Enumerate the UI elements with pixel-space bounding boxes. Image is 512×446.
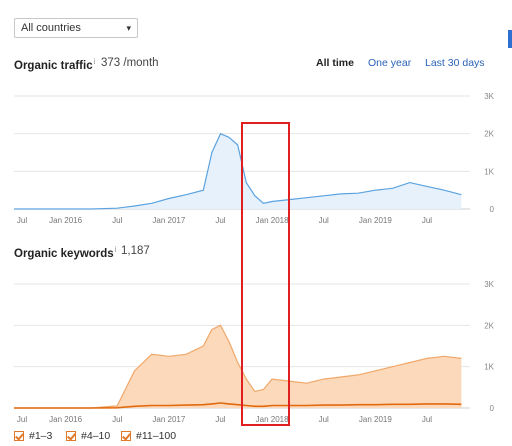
x-tick-label: Jul [215,415,225,424]
x-tick-label: Jul [112,216,122,225]
checkbox-checked-icon[interactable] [14,431,24,441]
y-tick-label: 3K [484,280,494,289]
tab-last-30-days[interactable]: Last 30 days [425,57,485,69]
organic-keywords-title: Organic keywordsi [14,245,117,260]
country-select-value: All countries [21,22,81,34]
scroll-edge-marker [508,30,512,48]
tab-all-time[interactable]: All time [316,57,354,69]
y-tick-label: 1K [484,363,494,372]
legend-label: #1–3 [29,430,53,442]
info-icon[interactable]: i [94,57,96,66]
organic-traffic-value: 373 /month [101,57,159,69]
y-tick-label: 0 [490,404,495,413]
x-tick-label: Jul [422,415,432,424]
x-tick-label: Jan 2017 [152,415,185,424]
legend-label: #11–100 [136,430,177,442]
x-tick-label: Jul [319,415,329,424]
x-tick-label: Jan 2018 [256,415,289,424]
x-tick-label: Jan 2017 [152,216,185,225]
legend-item-1-3[interactable]: #1–3 [14,430,52,442]
chevron-down-icon: ▾ [126,23,131,33]
checkbox-checked-icon[interactable] [121,431,131,441]
info-icon[interactable]: i [115,245,117,254]
checkbox-checked-icon[interactable] [66,431,76,441]
y-tick-label: 2K [484,130,494,139]
x-tick-label: Jul [17,415,27,424]
legend-item-4-10[interactable]: #4–10 [66,430,110,442]
x-tick-label: Jan 2018 [256,216,289,225]
x-tick-label: Jul [112,415,122,424]
x-tick-label: Jul [319,216,329,225]
x-tick-label: Jan 2019 [359,415,392,424]
country-select[interactable]: All countries ▾ [14,18,138,38]
organic-traffic-title: Organic traffici [14,57,95,72]
x-tick-label: Jul [17,216,27,225]
x-tick-label: Jan 2016 [49,216,82,225]
x-tick-label: Jan 2019 [359,216,392,225]
organic-keywords-chart: 3K 2K 1K 0 Jul Jan 2016 Jul Jan 2017 Jul Jan 2018… [14,280,495,424]
legend-label: #4–10 [81,430,111,442]
legend-item-11-100[interactable]: #11–100 [121,430,176,442]
y-tick-label: 1K [484,167,494,176]
y-tick-label: 3K [484,92,494,101]
organic-keywords-label: Organic keywords [14,247,114,260]
y-tick-label: 2K [484,321,494,330]
organic-traffic-chart: 3K 2K 1K 0 Jul Jan 2016 Jul Jan 2017 Jul Jan 2018… [14,92,495,225]
x-tick-label: Jul [215,216,225,225]
organic-keywords-value: 1,187 [121,245,150,257]
tab-one-year[interactable]: One year [368,57,411,69]
y-tick-label: 0 [490,205,495,214]
x-tick-label: Jan 2016 [49,415,82,424]
x-tick-label: Jul [422,216,432,225]
organic-traffic-label: Organic traffic [14,59,93,72]
